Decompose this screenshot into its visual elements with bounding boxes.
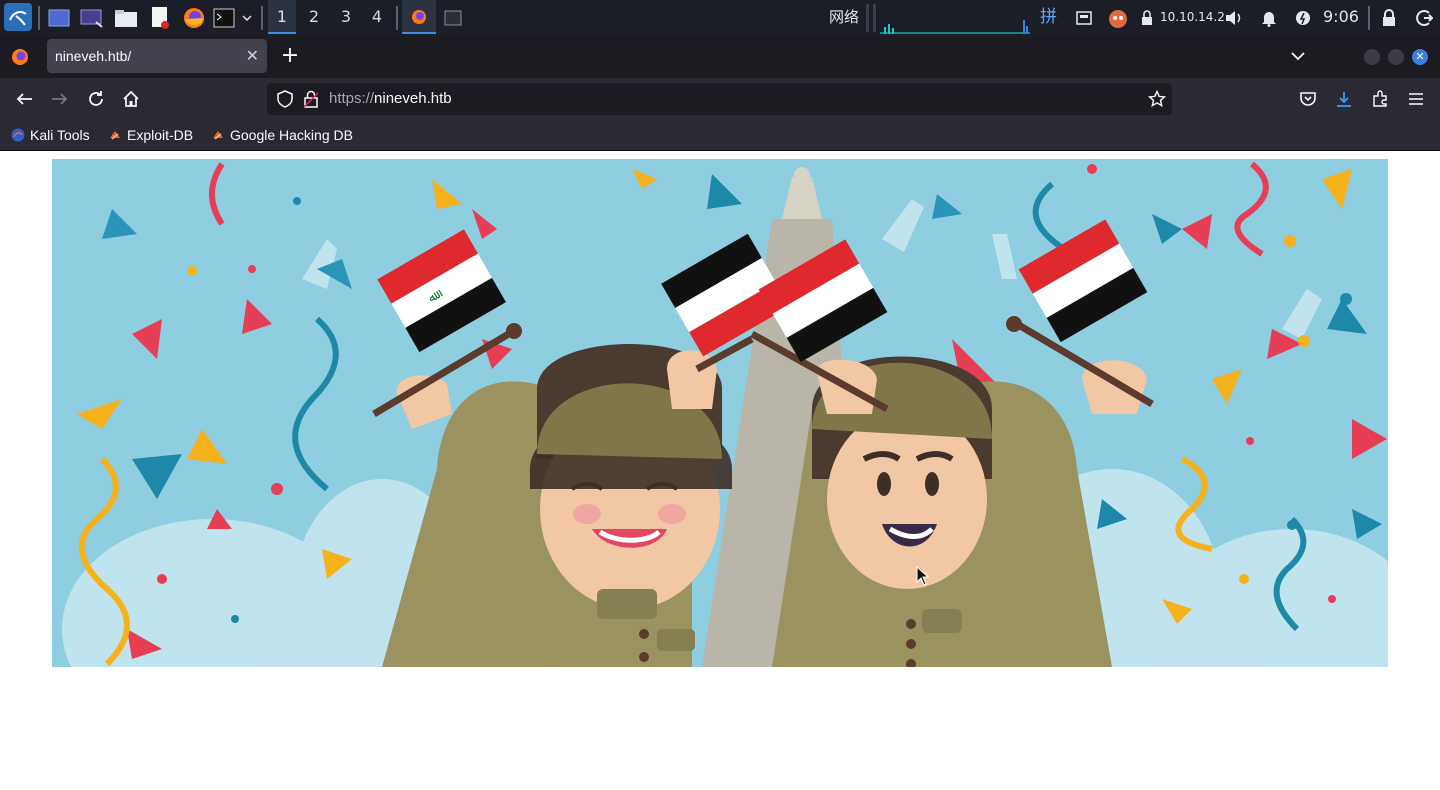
show-desktop-icon[interactable] xyxy=(47,6,71,30)
bookmark-star-icon[interactable] xyxy=(1145,87,1169,111)
kali-icon xyxy=(11,128,25,142)
mouse-cursor-icon xyxy=(916,566,930,586)
url-scheme: https:// xyxy=(329,90,375,107)
home-button[interactable] xyxy=(119,87,143,111)
site-security-lock-icon[interactable] xyxy=(299,87,323,111)
panel-separator xyxy=(866,4,869,32)
bookmark-exploit-db[interactable]: Exploit-DB xyxy=(108,120,193,150)
bookmark-label: Google Hacking DB xyxy=(230,127,353,143)
browser-tab-bar: nineveh.htb/ ✕ + ✕ xyxy=(0,36,1440,78)
taskbar-separator xyxy=(1368,6,1370,30)
bookmarks-toolbar: Kali Tools Exploit-DB Google Hacking DB xyxy=(0,120,1440,151)
workspace-switcher-icon[interactable] xyxy=(80,6,104,30)
forward-button[interactable] xyxy=(48,87,72,111)
exploit-db-icon xyxy=(110,131,120,140)
ip-address[interactable]: 10.10.14.2 xyxy=(1160,0,1225,34)
vpn-mascot-icon[interactable] xyxy=(1106,6,1130,30)
clock[interactable]: 9:06 xyxy=(1323,0,1359,34)
chevron-down-icon[interactable] xyxy=(238,6,256,30)
url-text[interactable]: https://nineveh.htb xyxy=(329,83,452,115)
window-button-firefox[interactable] xyxy=(402,0,436,34)
bookmark-google-hacking-db[interactable]: Google Hacking DB xyxy=(211,120,353,150)
kali-menu-icon[interactable] xyxy=(4,3,32,31)
workspace-4[interactable]: 4 xyxy=(363,0,391,34)
bookmark-label: Exploit-DB xyxy=(127,127,194,143)
text-editor-icon[interactable] xyxy=(148,6,172,30)
taskbar-separator xyxy=(38,6,40,30)
celebration-illustration: ﷲ xyxy=(52,159,1388,667)
hero-image: ﷲ xyxy=(52,159,1388,667)
firefox-view-icon[interactable] xyxy=(8,45,32,69)
ghdb-icon xyxy=(213,131,223,140)
taskbar-separator xyxy=(261,6,263,30)
network-label[interactable]: 网络 xyxy=(829,0,859,34)
workspace-1[interactable]: 1 xyxy=(268,0,296,34)
back-button[interactable] xyxy=(12,87,36,111)
url-host: nineveh.htb xyxy=(374,90,452,107)
lock-screen-icon[interactable] xyxy=(1377,6,1401,30)
maximize-window-button[interactable] xyxy=(1388,49,1404,65)
workspace-2[interactable]: 2 xyxy=(300,0,328,34)
power-manager-icon[interactable] xyxy=(1291,6,1315,30)
logout-icon[interactable] xyxy=(1412,6,1436,30)
minimize-window-button[interactable] xyxy=(1364,49,1380,65)
volume-icon[interactable] xyxy=(1222,6,1246,30)
terminal-launcher-icon[interactable] xyxy=(212,6,236,30)
window-button-terminal[interactable] xyxy=(441,6,465,30)
browser-tab[interactable]: nineveh.htb/ ✕ xyxy=(47,39,267,73)
reload-button[interactable] xyxy=(84,87,108,111)
vpn-lock-icon xyxy=(1138,6,1156,30)
taskbar-separator xyxy=(396,6,398,30)
bookmark-label: Kali Tools xyxy=(30,127,90,143)
workspace-3[interactable]: 3 xyxy=(332,0,360,34)
bookmark-kali-tools[interactable]: Kali Tools xyxy=(11,120,90,150)
clipboard-icon[interactable] xyxy=(1072,6,1096,30)
navigation-toolbar: https://nineveh.htb xyxy=(0,78,1440,120)
panel-separator xyxy=(873,4,876,32)
url-bar[interactable]: https://nineveh.htb xyxy=(267,83,1172,115)
close-window-button[interactable]: ✕ xyxy=(1412,49,1428,65)
file-manager-icon[interactable] xyxy=(114,6,138,30)
pocket-icon[interactable] xyxy=(1296,87,1320,111)
downloads-icon[interactable] xyxy=(1332,87,1356,111)
list-all-tabs-icon[interactable] xyxy=(1288,46,1308,66)
os-taskbar: 1 2 3 4 网络 拼 10.10.14.2 9:06 xyxy=(0,0,1440,36)
input-method-indicator[interactable]: 拼 xyxy=(1040,0,1057,34)
tab-close-icon[interactable]: ✕ xyxy=(246,39,259,73)
tracking-protection-shield-icon[interactable] xyxy=(273,87,297,111)
hamburger-menu-icon[interactable] xyxy=(1404,87,1428,111)
network-graph xyxy=(880,20,1030,34)
new-tab-button[interactable]: + xyxy=(280,42,300,70)
tab-title: nineveh.htb/ xyxy=(55,48,132,64)
firefox-launcher-icon[interactable] xyxy=(182,6,206,30)
extensions-icon[interactable] xyxy=(1368,87,1392,111)
notifications-bell-icon[interactable] xyxy=(1257,6,1281,30)
